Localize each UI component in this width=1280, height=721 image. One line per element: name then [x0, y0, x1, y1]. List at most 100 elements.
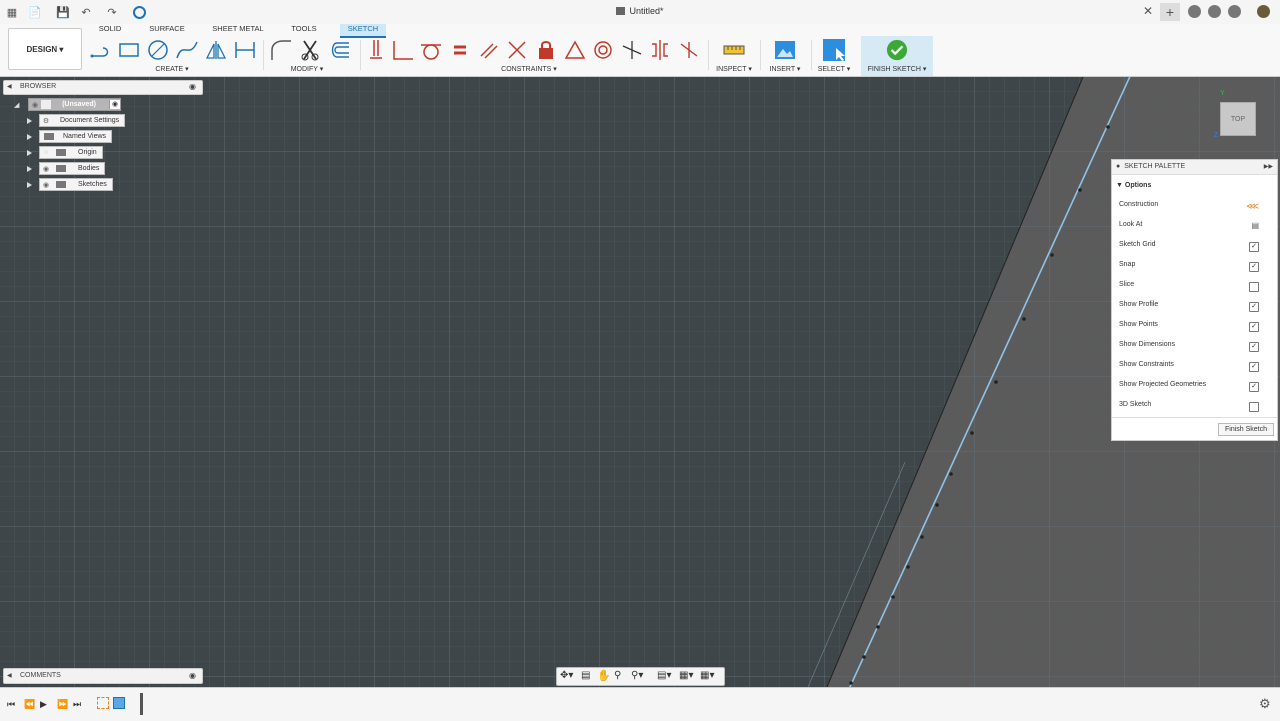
eye-icon[interactable]: ◉ [40, 179, 52, 190]
show-projected-geometries-checkbox[interactable]: ✓ [1249, 382, 1259, 392]
tab-surface[interactable]: SURFACE [146, 24, 188, 36]
gear-icon[interactable]: ⚙ [1259, 696, 1271, 712]
tab-tools[interactable]: TOOLS [287, 24, 321, 36]
option-sketch-grid[interactable]: Sketch Grid ✓ [1119, 241, 1269, 253]
equal-constraint-icon[interactable] [448, 38, 472, 62]
perpendicular-constraint-icon[interactable] [505, 38, 529, 62]
workspace-switcher[interactable]: DESIGN ▾ [8, 28, 82, 70]
fix-constraint-icon[interactable] [677, 38, 701, 62]
eye-icon[interactable]: ◉ [40, 163, 52, 174]
horizontal-vertical-constraint-icon[interactable] [364, 38, 388, 62]
midpoint-constraint-icon[interactable] [563, 38, 587, 62]
go-to-start-icon[interactable]: ⏮ [7, 699, 15, 710]
extrude-feature-icon[interactable] [113, 697, 125, 709]
snap-checkbox[interactable]: ✓ [1249, 262, 1259, 272]
option-look-at[interactable]: Look At ▤ [1119, 221, 1269, 233]
expand-icon[interactable] [27, 165, 32, 172]
browser-panel-header[interactable]: ◀ BROWSER ◉ [3, 80, 203, 95]
show-constraints-checkbox[interactable]: ✓ [1249, 362, 1259, 372]
finish-sketch-palette-button[interactable]: Finish Sketch [1218, 423, 1274, 436]
tree-item-named-views[interactable]: Named Views [27, 130, 113, 143]
grid-settings-icon[interactable]: ▦▾ [679, 670, 693, 681]
collapse-icon[interactable]: ◀ [7, 83, 12, 90]
parallel-constraint-icon[interactable] [477, 38, 501, 62]
finish-sketch-button[interactable]: FINISH SKETCH ▾ [861, 36, 933, 76]
construction-icon[interactable]: ⋘ [1246, 201, 1259, 212]
tree-item-origin[interactable]: ○ Origin [27, 146, 103, 159]
help-icon[interactable] [1228, 5, 1241, 18]
show-points-checkbox[interactable]: ✓ [1249, 322, 1259, 332]
activate-radio-icon[interactable]: ◉ [109, 100, 120, 109]
pin-icon[interactable]: ◉ [189, 82, 196, 91]
option-construction[interactable]: Construction ⋘ [1119, 201, 1269, 213]
circle-tool-icon[interactable] [146, 38, 170, 62]
pan-icon[interactable]: ✋ [597, 669, 611, 682]
tab-solid[interactable]: SOLID [95, 24, 125, 36]
timeline-marker[interactable] [140, 693, 143, 715]
tree-item-document-settings[interactable]: ⚙ Document Settings [27, 114, 126, 127]
show-profile-checkbox[interactable]: ✓ [1249, 302, 1259, 312]
lock-icon[interactable] [534, 38, 558, 62]
tree-item-bodies[interactable]: ◉ Bodies [27, 162, 106, 175]
avatar[interactable] [1257, 5, 1270, 18]
expand-icon[interactable] [27, 133, 32, 140]
new-tab-button[interactable]: + [1160, 3, 1180, 21]
tab-sheet-metal[interactable]: SHEET METAL [208, 24, 268, 36]
insert-image-icon[interactable] [773, 38, 797, 62]
collinear-constraint-icon[interactable] [620, 38, 644, 62]
expand-icon[interactable] [27, 117, 32, 124]
option-snap[interactable]: Snap ✓ [1119, 261, 1269, 273]
sketch-palette-header[interactable]: ● SKETCH PALETTE ▶▶ [1112, 160, 1277, 175]
sketch-grid-checkbox[interactable]: ✓ [1249, 242, 1259, 252]
eye-hidden-icon[interactable]: ○ [40, 147, 52, 158]
go-to-end-icon[interactable]: ⏭ [73, 699, 81, 710]
look-at-nav-icon[interactable]: ▤ [581, 670, 590, 681]
3d-sketch-checkbox[interactable] [1249, 402, 1259, 412]
play-icon[interactable]: ▶ [40, 699, 47, 710]
options-section[interactable]: ▼ Options [1116, 182, 1151, 189]
option-show-constraints[interactable]: Show Constraints ✓ [1119, 361, 1269, 373]
measure-icon[interactable] [722, 38, 746, 62]
insert-group-label[interactable]: INSERT ▾ [763, 65, 807, 73]
extensions-icon[interactable] [1188, 5, 1201, 18]
sketch-feature-icon[interactable] [97, 697, 109, 709]
mirror-tool-icon[interactable] [204, 38, 228, 62]
symmetry-constraint-icon[interactable] [648, 38, 672, 62]
tree-item-root[interactable]: ◢ ◉ (Unsaved) ◉ [14, 98, 121, 111]
slice-checkbox[interactable] [1249, 282, 1259, 292]
look-at-icon[interactable]: ▤ [1251, 221, 1259, 230]
fit-icon[interactable]: ⚲▾ [631, 670, 643, 681]
palette-pin-icon[interactable]: ● [1116, 163, 1120, 170]
step-forward-icon[interactable]: ⏩ [57, 699, 68, 710]
modify-group-label[interactable]: MODIFY ▾ [285, 65, 329, 73]
tab-sketch[interactable]: SKETCH [340, 24, 386, 38]
expand-panel-icon[interactable]: ▶▶ [1264, 160, 1273, 174]
dimension-tool-icon[interactable] [233, 38, 257, 62]
eye-icon[interactable]: ◉ [29, 99, 41, 110]
spline-tool-icon[interactable] [175, 38, 199, 62]
inspect-group-label[interactable]: INSPECT ▾ [712, 65, 756, 73]
trim-tool-icon[interactable] [298, 38, 322, 62]
offset-tool-icon[interactable] [327, 38, 351, 62]
expand-icon[interactable] [27, 149, 32, 156]
orbit-icon[interactable]: ✥▾ [560, 670, 573, 681]
create-group-label[interactable]: CREATE ▾ [150, 65, 194, 73]
comments-panel-header[interactable]: ◀ COMMENTS ◉ [3, 668, 203, 684]
tangent-constraint-icon[interactable] [419, 38, 443, 62]
show-dimensions-checkbox[interactable]: ✓ [1249, 342, 1259, 352]
fillet-tool-icon[interactable] [269, 38, 293, 62]
coincident-constraint-icon[interactable] [391, 38, 415, 62]
option-show-dimensions[interactable]: Show Dimensions ✓ [1119, 341, 1269, 353]
viewports-icon[interactable]: ▦▾ [700, 670, 714, 681]
option-show-points[interactable]: Show Points ✓ [1119, 321, 1269, 333]
add-comment-icon[interactable]: ◉ [189, 671, 196, 680]
zoom-icon[interactable]: ⚲ [614, 670, 621, 681]
option-slice[interactable]: Slice [1119, 281, 1269, 293]
rectangle-tool-icon[interactable] [117, 38, 141, 62]
tree-item-sketches[interactable]: ◉ Sketches [27, 178, 113, 191]
line-tool-icon[interactable] [89, 38, 113, 62]
viewcube[interactable]: TOP [1220, 102, 1256, 136]
constraints-group-label[interactable]: CONSTRAINTS ▾ [496, 65, 562, 73]
select-icon[interactable] [822, 38, 846, 62]
option-show-projected-geometries[interactable]: Show Projected Geometries ✓ [1119, 381, 1269, 393]
